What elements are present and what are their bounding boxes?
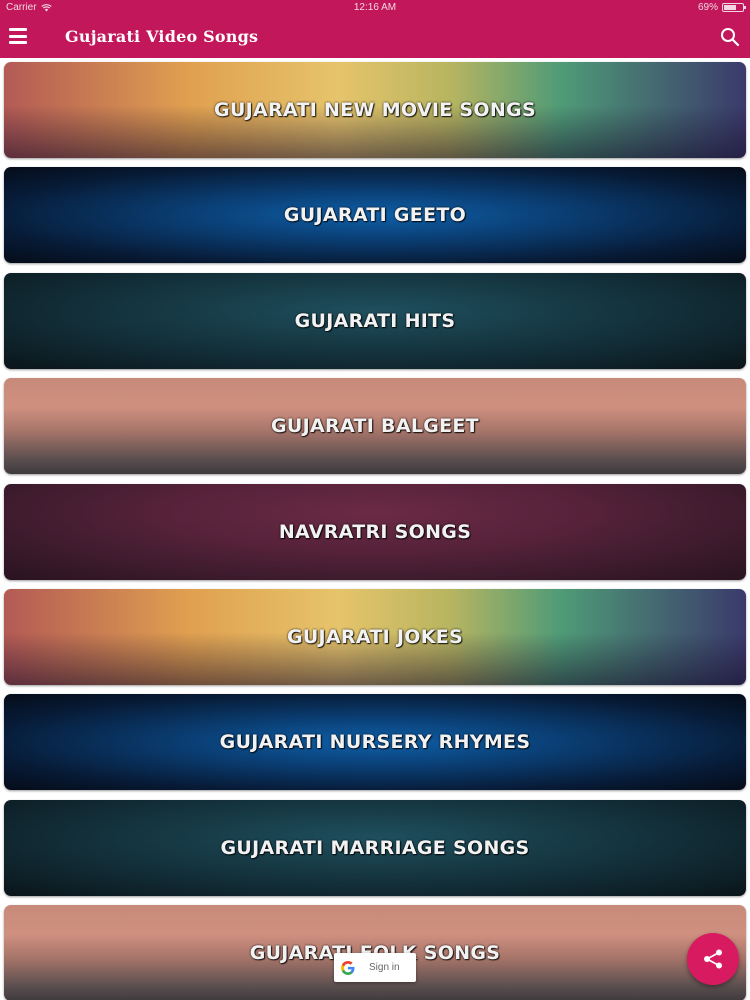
category-card[interactable]: NAVRATRI SONGS — [4, 484, 746, 580]
category-card[interactable]: GUJARATI NEW MOVIE SONGS — [4, 62, 746, 158]
share-icon — [704, 949, 722, 969]
app-root: Carrier 12:16 AM 69% Gujarati Video Song… — [0, 0, 750, 1000]
category-label: GUJARATI GEETO — [283, 204, 467, 226]
menu-icon[interactable] — [9, 28, 27, 44]
category-card[interactable]: GUJARATI NURSERY RHYMES — [4, 694, 746, 790]
category-card[interactable]: GUJARATI GEETO — [4, 167, 746, 263]
google-signin-button[interactable]: Sign in — [334, 953, 416, 982]
menu-icon-line — [9, 28, 27, 31]
google-icon — [341, 960, 355, 975]
status-bar: Carrier 12:16 AM 69% — [0, 0, 750, 16]
battery-group: 69% — [697, 2, 746, 13]
battery-percent: 69% — [697, 2, 718, 13]
battery-fill — [724, 5, 736, 10]
status-time: 12:16 AM — [353, 2, 397, 13]
category-card[interactable]: GUJARATI MARRIAGE SONGS — [4, 800, 746, 896]
category-card[interactable]: GUJARATI BALGEET — [4, 378, 746, 474]
category-label: GUJARATI NURSERY RHYMES — [219, 731, 531, 753]
category-label: GUJARATI HITS — [294, 310, 456, 332]
battery-icon — [722, 3, 746, 12]
search-icon[interactable] — [720, 27, 740, 47]
menu-icon-line — [9, 34, 27, 38]
app-title: Gujarati Video Songs — [65, 27, 259, 46]
signin-label: Sign in — [369, 962, 400, 973]
category-label: GUJARATI NEW MOVIE SONGS — [214, 99, 536, 121]
category-label: GUJARATI MARRIAGE SONGS — [220, 837, 530, 859]
menu-icon-line — [9, 41, 27, 44]
category-label: GUJARATI JOKES — [286, 626, 464, 648]
category-label: NAVRATRI SONGS — [278, 521, 472, 543]
app-bar: Gujarati Video Songs — [0, 16, 750, 58]
category-card[interactable]: GUJARATI JOKES — [4, 589, 746, 685]
category-card[interactable]: GUJARATI HITS — [4, 273, 746, 369]
share-button[interactable] — [687, 933, 739, 985]
category-label: GUJARATI BALGEET — [271, 415, 479, 437]
